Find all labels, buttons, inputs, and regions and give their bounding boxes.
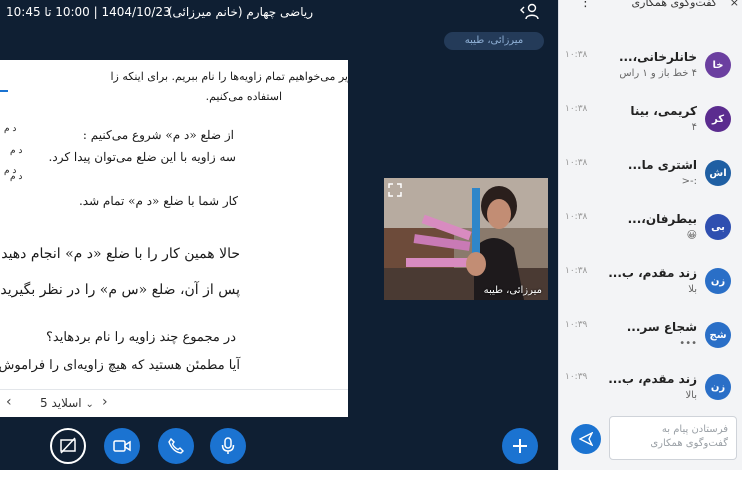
message-time: ۱۰:۳۸ (565, 212, 588, 222)
message-text: :-< (681, 176, 697, 187)
chat-message: زن زند مقدم، ب... ۱۰:۳۸ بلا (559, 262, 737, 314)
slide-selector[interactable]: ⌄ اسلاید 5 (40, 396, 94, 410)
plus-icon (513, 439, 527, 453)
message-text: 😀 (686, 230, 697, 241)
meeting-date-time: 1404/10/23 | 10:00 تا 10:45 (6, 5, 171, 19)
webcam-video-tile[interactable]: میرزائی، طیبه (384, 178, 548, 300)
slide-line: کار شما با ضلع «د م» تمام شد. (78, 194, 238, 208)
slide-line: حالا همین کار را با ضلع «د م» انجام دهید… (0, 246, 240, 262)
message-time: ۱۰:۳۹ (565, 372, 588, 382)
chat-message: اش اشتری ما... ۱۰:۳۸ :-< (559, 154, 737, 206)
meeting-stage: ریاضی چهارم (خانم میرزائی) 1404/10/23 | … (0, 0, 558, 470)
slide-line: استفاده می‌کنیم. (205, 90, 282, 103)
message-text: بلا (688, 284, 697, 295)
avatar: زن (705, 268, 731, 294)
message-sender: بیطرفان،... (627, 212, 697, 226)
chat-message: زن زند مقدم، ب... ۱۰:۳۹ بالا (559, 368, 737, 420)
phone-button[interactable] (158, 428, 194, 464)
chat-more-options-icon[interactable]: ⋮ (579, 0, 592, 10)
slide-line: ۳ــ در شکل زیر می‌خواهیم تمام زاویه‌ها ر… (110, 70, 348, 83)
user-icon (520, 3, 539, 20)
chat-message: کر کریمی، بینا ۱۰:۳۸ ۴ (559, 100, 737, 152)
webcam-video-frame (384, 178, 548, 300)
chat-message: خا خانلرخانی،... ۱۰:۳۸ ۴ خط باز و ۱ راس (559, 46, 737, 98)
top-bar: ریاضی چهارم (خانم میرزائی) 1404/10/23 | … (0, 0, 558, 26)
avatar: کر (705, 106, 731, 132)
message-sender: زند مقدم، ب... (608, 266, 697, 280)
chat-header: × گفت‌وگوی همکاری ⋮ (559, 0, 750, 22)
page-edge (742, 0, 750, 470)
chat-panel: × گفت‌وگوی همکاری ⋮ خا خانلرخانی،... ۱۰:… (558, 0, 750, 470)
next-slide-button[interactable]: › (102, 394, 108, 410)
avatar: زن (705, 374, 731, 400)
chat-message: شج شجاع سر... ۱۰:۳۹ ••• (559, 316, 737, 368)
chat-message-input[interactable]: فرستادن پیام به گفت‌وگوی همکاری (609, 416, 737, 460)
avatar: بی (705, 214, 731, 240)
mic-icon (221, 437, 235, 454)
chat-message: بی بیطرفان،... ۱۰:۳۸ 😀 (559, 208, 737, 260)
webcam-name-label: میرزائی، طیبه (483, 285, 542, 296)
message-time: ۱۰:۳۸ (565, 266, 588, 276)
presenter-badge: میرزائی، طیبه (444, 32, 544, 50)
slide-line: آیا مطمئن هستید که هیچ زاویه‌ای را فرامو… (0, 358, 240, 373)
prev-slide-button[interactable]: ‹ (6, 394, 12, 410)
chat-title: گفت‌وگوی همکاری (631, 0, 717, 9)
message-text: بالا (685, 390, 697, 401)
message-time: ۱۰:۳۸ (565, 104, 588, 114)
avatar: خا (705, 52, 731, 78)
message-text: ۴ (691, 122, 697, 133)
message-sender: کریمی، بینا (630, 104, 697, 118)
screenshare-button[interactable] (50, 428, 86, 464)
user-menu-button[interactable] (518, 3, 540, 21)
avatar: اش (705, 160, 731, 186)
phone-icon (168, 438, 184, 454)
message-time: ۱۰:۳۹ (565, 320, 588, 330)
avatar: شج (705, 322, 731, 348)
message-sender: اشتری ما... (627, 158, 697, 172)
actions-plus-button[interactable] (502, 428, 538, 464)
close-chat-button[interactable]: × (730, 0, 739, 9)
microphone-button[interactable] (210, 428, 246, 464)
slide-number-label: اسلاید 5 (40, 396, 82, 410)
slide-line: از ضلع «د م» شروع می‌کنیم : (82, 128, 234, 142)
slide-line: سه زاویه با این ضلع می‌توان پیدا کرد. (48, 150, 236, 164)
message-sender: خانلرخانی،... (618, 50, 697, 64)
diagram-label: د م (10, 146, 23, 156)
camera-icon (113, 440, 131, 452)
send-message-button[interactable] (571, 424, 601, 454)
slide-line: در مجموع چند زاویه را نام بردهاید؟ (46, 330, 236, 345)
send-icon (579, 432, 593, 446)
message-text: ۴ خط باز و ۱ راس (619, 68, 697, 79)
chevron-down-icon: ⌄ (85, 399, 94, 410)
message-time: ۱۰:۳۸ (565, 158, 588, 168)
slide-navigation-bar: ‹ ⌄ اسلاید 5 › (0, 389, 348, 417)
message-sender: شجاع سر... (626, 320, 697, 334)
slide-line: پس از آن، ضلع «س م» را در نظر بگیرید. (0, 282, 240, 298)
meeting-title: ریاضی چهارم (خانم میرزائی) (167, 5, 313, 19)
camera-button[interactable] (104, 428, 140, 464)
fullscreen-icon[interactable] (388, 182, 402, 197)
message-sender: زند مقدم، ب... (608, 372, 697, 386)
slide-mark (0, 90, 8, 92)
diagram-label: د م (4, 124, 17, 134)
fullscreen-icon-graphic (388, 183, 402, 197)
presentation-slide: ۳ــ در شکل زیر می‌خواهیم تمام زاویه‌ها ر… (0, 60, 348, 390)
screenshare-off-icon (60, 437, 76, 454)
diagram-label: د م (10, 172, 23, 182)
message-time: ۱۰:۳۸ (565, 50, 588, 60)
message-text: ••• (679, 338, 697, 349)
